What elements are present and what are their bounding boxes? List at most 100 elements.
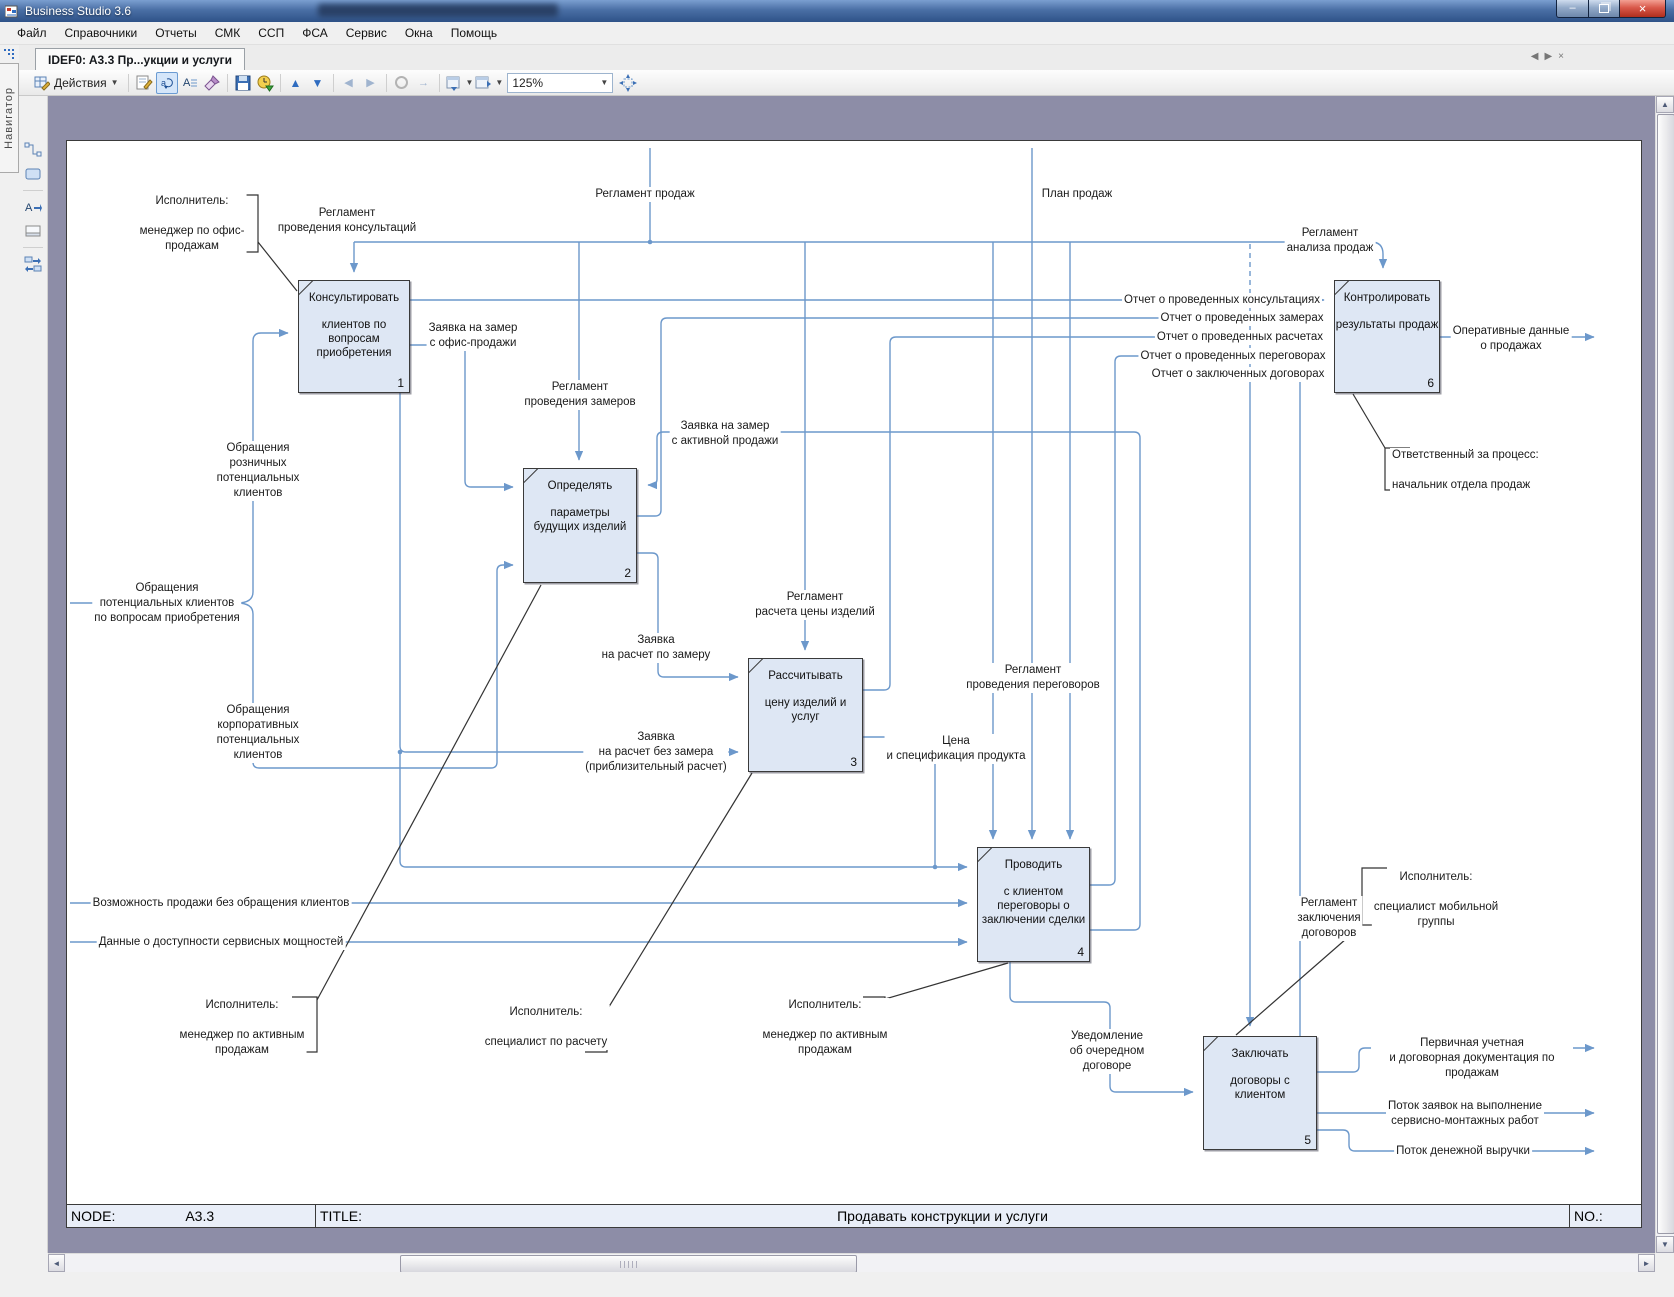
box6-verb: Контролировать — [1335, 291, 1439, 305]
svg-text:A: A — [25, 202, 33, 214]
zoom-combobox[interactable]: 125% ▼ — [507, 73, 613, 93]
actions-label: Действия — [54, 76, 107, 90]
swap-tool-icon[interactable] — [23, 254, 43, 274]
restore-button[interactable] — [1589, 0, 1620, 18]
save-icon[interactable] — [233, 73, 253, 93]
menu-references[interactable]: Справочники — [56, 23, 147, 43]
text-tool-icon[interactable]: A — [23, 197, 43, 217]
text-style-icon[interactable]: A — [180, 73, 200, 93]
scroll-right-button[interactable]: ► — [1638, 1254, 1655, 1272]
menu-ssp[interactable]: ССП — [249, 23, 293, 43]
label-reglament-rascheta: Регламент расчета цены изделий — [753, 590, 877, 620]
label-reglament-zamerov: Регламент проведения замеров — [522, 380, 637, 410]
label-reglament-zaklyucheniya: Регламент заключения договоров — [1295, 896, 1362, 941]
process-box-4[interactable]: Проводить с клиентом переговоры о заключ… — [977, 847, 1090, 962]
label-otchet-dogovorah: Отчет о заключенных договорах — [1150, 367, 1327, 382]
label-zayavka-raschet-bez-zamera: Заявка на расчет без замера (приблизител… — [583, 730, 728, 775]
svg-text:A: A — [183, 77, 191, 89]
box1-number: 1 — [397, 376, 404, 390]
auto-rename-icon[interactable]: a — [156, 72, 178, 94]
label-otchet-raschetah: Отчет о проведенных расчетах — [1155, 330, 1325, 345]
window-bottom-strip — [0, 1272, 1674, 1297]
box-tool-icon[interactable] — [23, 164, 43, 184]
frame-tool-icon[interactable] — [23, 221, 43, 241]
shape-tool-strip: A — [19, 96, 48, 1253]
menu-reports[interactable]: Отчеты — [146, 23, 205, 43]
fit-page-icon[interactable] — [618, 73, 638, 93]
label-pervichnaya-dokumentaciya: Первичная учетная и договорная документа… — [1371, 1036, 1573, 1081]
label-reglament-konsultacij: Регламент проведения консультаций — [276, 206, 418, 236]
schedule-icon[interactable] — [255, 73, 275, 93]
edit-icon[interactable] — [134, 73, 154, 93]
label-dannye-dostupnosti: Данные о доступности сервисных мощностей — [97, 935, 346, 950]
horizontal-scroll-thumb[interactable] — [400, 1255, 857, 1273]
connector-tool-icon[interactable] — [23, 140, 43, 160]
application-window: Business Studio 3.6 – × Файл Справочники… — [0, 0, 1674, 1297]
label-otchet-zamerah: Отчет о проведенных замерах — [1159, 311, 1326, 326]
box1-verb: Консультировать — [299, 291, 409, 305]
box5-rest: договоры с клиентом — [1204, 1074, 1316, 1102]
next-icon[interactable]: ▶ — [361, 73, 381, 93]
box4-verb: Проводить — [978, 858, 1089, 872]
back-node-icon[interactable] — [392, 73, 412, 93]
window-next-caret[interactable]: ▼ — [495, 78, 503, 87]
minimize-button[interactable]: – — [1556, 0, 1589, 18]
menu-smk[interactable]: СМК — [206, 23, 250, 43]
menu-help[interactable]: Помощь — [442, 23, 506, 43]
process-box-5[interactable]: Заключать договоры с клиентом 5 — [1203, 1036, 1317, 1150]
scroll-left-button[interactable]: ◄ — [48, 1254, 65, 1272]
close-button[interactable]: × — [1620, 0, 1666, 18]
menu-service[interactable]: Сервис — [337, 23, 396, 43]
label-otvetstvennyj: Ответственный за процесс: начальник отде… — [1390, 448, 1541, 493]
window-next-icon[interactable] — [474, 73, 494, 93]
process-box-1[interactable]: Консультировать клиентов по вопросам при… — [298, 280, 410, 393]
box3-number: 3 — [850, 755, 857, 769]
window-prev-caret[interactable]: ▼ — [466, 78, 474, 87]
move-up-icon[interactable]: ▲ — [286, 73, 306, 93]
window-title: Business Studio 3.6 — [25, 4, 131, 18]
menu-windows[interactable]: Окна — [396, 23, 442, 43]
forward-node-icon[interactable]: → — [414, 73, 434, 93]
menu-file[interactable]: Файл — [8, 23, 56, 43]
box6-number: 6 — [1427, 376, 1434, 390]
tab-idef0-a33[interactable]: IDEF0: A3.3 Пр...укции и услуги — [35, 48, 245, 70]
scroll-up-button[interactable]: ▲ — [1656, 96, 1674, 113]
label-zayavka-raschet-po-zameru: Заявка на расчет по замеру — [600, 633, 713, 663]
process-box-3[interactable]: Рассчитывать цену изделий и услуг 3 — [748, 658, 863, 772]
label-reglament-analiza: Регламент анализа продаж — [1285, 226, 1376, 256]
label-operativnye-dannye: Оперативные данные о продажах — [1451, 324, 1572, 354]
label-otchet-konsultaciyah: Отчет о проведенных консультациях — [1122, 293, 1322, 308]
no-label: NO.: — [1574, 1208, 1603, 1224]
label-zayavka-zamer-ofis: Заявка на замер с офис-продажи — [427, 321, 520, 351]
label-zayavka-zamer-aktiv: Заявка на замер с активной продажи — [670, 419, 781, 449]
format-brush-icon[interactable] — [202, 73, 222, 93]
box2-rest: параметры будущих изделий — [524, 506, 636, 534]
label-potok-vyruchki: Поток денежной выручки — [1394, 1144, 1532, 1159]
label-reglament-peregovorov: Регламент проведения переговоров — [964, 663, 1101, 693]
actions-button[interactable]: Действия ▼ — [29, 73, 124, 93]
process-box-6[interactable]: Контролировать результаты продаж 6 — [1334, 280, 1440, 393]
vertical-scrollbar[interactable]: ▲ ▼ — [1655, 96, 1674, 1253]
box4-rest: с клиентом переговоры о заключении сделк… — [978, 885, 1089, 927]
scrollbar-corner — [1655, 1253, 1674, 1272]
window-prev-icon[interactable] — [445, 73, 465, 93]
prev-icon[interactable]: ◀ — [339, 73, 359, 93]
scroll-down-button[interactable]: ▼ — [1656, 1236, 1674, 1253]
vertical-scroll-thumb[interactable] — [1657, 114, 1674, 1234]
box5-number: 5 — [1304, 1133, 1311, 1147]
label-executor-mobile: Исполнитель: специалист мобильной группы — [1372, 870, 1500, 930]
menu-fsa[interactable]: ФСА — [293, 23, 337, 43]
label-executor-aktiv-1: Исполнитель: менеджер по активным продаж… — [178, 998, 307, 1058]
navigator-tab[interactable]: Навигатор — [0, 63, 19, 173]
tab-row: IDEF0: A3.3 Пр...укции и услуги ◀▶× — [19, 45, 1674, 71]
label-vozmozhnost-prodazhi: Возможность продажи без обращения клиент… — [91, 896, 352, 911]
label-potok-zayavok: Поток заявок на выполнение сервисно-монт… — [1386, 1099, 1544, 1129]
tab-scroll-controls[interactable]: ◀▶× — [1531, 51, 1570, 62]
horizontal-scrollbar[interactable]: ◄ ► — [48, 1253, 1655, 1273]
box2-verb: Определять — [524, 479, 636, 493]
label-otchet-peregovorah: Отчет о проведенных переговорах — [1138, 349, 1327, 364]
label-plan-prodazh: План продаж — [1040, 187, 1114, 202]
move-down-icon[interactable]: ▼ — [308, 73, 328, 93]
label-obrashcheniya-potencialnyh: Обращения потенциальных клиентов по вопр… — [92, 581, 241, 626]
process-box-2[interactable]: Определять параметры будущих изделий 2 — [523, 468, 637, 583]
